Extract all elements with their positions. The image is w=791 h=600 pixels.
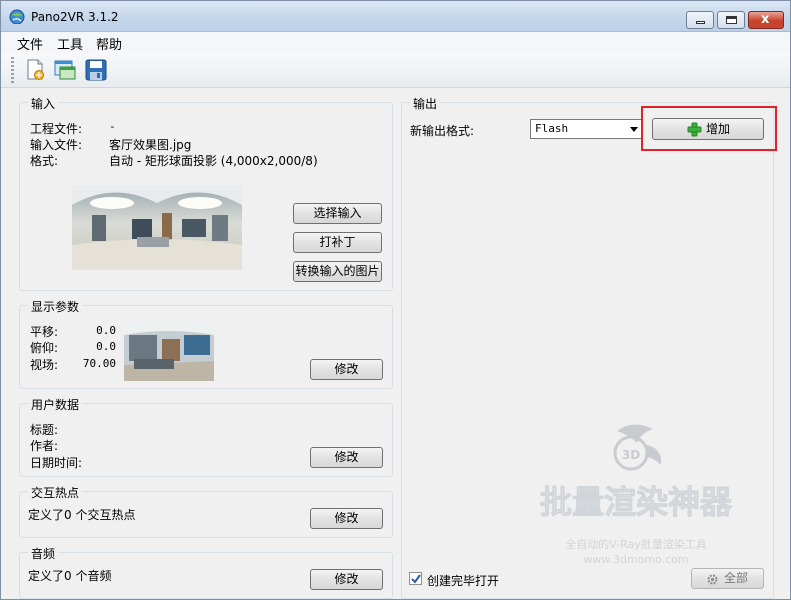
toolbar-grip[interactable] [11,57,14,83]
watermark-line2: www.3dmomo.com [583,553,688,566]
new-project-icon[interactable] [23,58,47,82]
gear-icon [707,574,718,585]
tilt-label: 俯仰: [30,341,59,355]
watermark-logo: 3D 批量渲染神器 全自动的V-Ray批量渲染工具 www.3dmomo.com [540,424,733,566]
open-after-create-checkbox[interactable] [409,572,422,585]
toolbar [1,52,790,88]
open-project-icon[interactable] [53,58,77,82]
close-button[interactable]: x [748,11,784,29]
author-label: 作者: [30,439,59,453]
user-data-modify-button[interactable]: 修改 [310,447,383,468]
save-icon[interactable] [84,58,108,82]
menu-tools[interactable]: 工具 [57,34,83,53]
annotation-highlight-box [641,106,777,151]
app-icon [9,9,25,24]
menu-bar: 文件 工具 帮助 [1,32,790,53]
window-title: Pano2VR 3.1.2 [31,10,119,24]
input-group-title: 输入 [28,95,59,112]
patch-button[interactable]: 打补丁 [293,232,382,253]
fov-label: 视场: [30,358,59,372]
watermark-title: 批量渲染神器 [540,483,733,521]
project-file-label: 工程文件: [30,122,83,136]
check-icon [411,574,421,584]
project-file-value: - [109,120,116,133]
view-preview-thumbnail [124,321,214,381]
watermark-logo-text: 3D [622,448,640,462]
minimize-button[interactable] [686,11,714,29]
title-bar[interactable]: Pano2VR 3.1.2 x [1,1,790,32]
all-button-label: 全部 [724,571,749,585]
open-after-create-label: 创建完毕打开 [427,574,500,588]
format-value: 自动 - 矩形球面投影 (4,000x2,000/8) [109,154,318,168]
audio-modify-button[interactable]: 修改 [310,569,383,590]
output-group-title: 输出 [410,95,441,112]
title-label: 标题: [30,423,59,437]
menu-file[interactable]: 文件 [17,34,43,53]
pan-value: 0.0 [96,324,116,337]
new-output-format-label: 新输出格式: [410,124,475,138]
datetime-label: 日期时间: [30,456,83,470]
audio-summary: 定义了0 个音频 [28,569,112,583]
output-format-select[interactable]: Flash [530,119,642,139]
user-data-group-title: 用户数据 [28,396,83,413]
menu-help[interactable]: 帮助 [96,34,122,53]
fov-value: 70.00 [82,357,116,370]
hotspots-summary: 定义了0 个交互热点 [28,508,136,522]
close-icon: x [761,12,770,27]
minimize-icon [696,21,705,24]
input-file-value: 客厅效果图.jpg [109,138,192,152]
panorama-thumbnail [72,185,242,270]
convert-input-button[interactable]: 转换输入的图片 [293,261,382,282]
hotspots-group-title: 交互热点 [28,484,83,501]
select-input-button[interactable]: 选择输入 [293,203,382,224]
pan-label: 平移: [30,325,59,339]
maximize-button[interactable] [717,11,745,29]
output-format-selected: Flash [535,122,569,135]
maximize-icon [726,16,737,24]
tilt-value: 0.0 [96,340,116,353]
input-file-label: 输入文件: [30,138,83,152]
display-group-title: 显示参数 [28,298,83,315]
display-modify-button[interactable]: 修改 [310,359,383,380]
all-button[interactable]: 全部 [691,568,764,589]
hotspots-modify-button[interactable]: 修改 [310,508,383,529]
chevron-down-icon [630,127,638,132]
main-window: Pano2VR 3.1.2 x 文件 工具 帮助 输入 工程文件: - 输入文件… [0,0,791,600]
watermark-line1: 全自动的V-Ray批量渲染工具 [565,537,707,551]
format-label: 格式: [30,154,59,168]
audio-group-title: 音频 [28,545,59,562]
